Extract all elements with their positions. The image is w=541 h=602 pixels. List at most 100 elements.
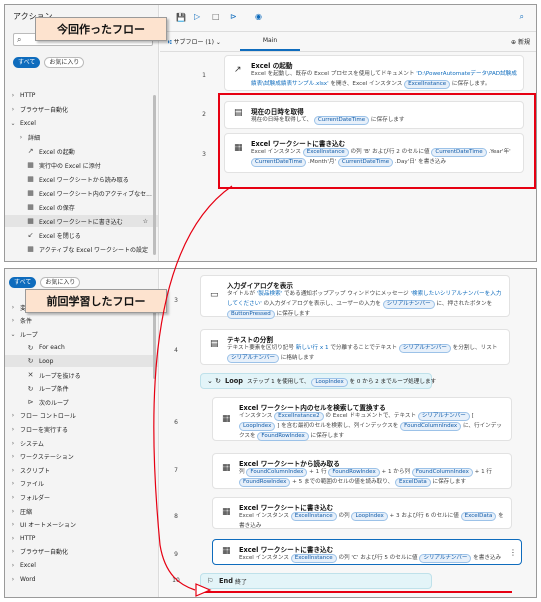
actions-pane: アクション ⌕ すべて お気に入り › HTTP › ブラウザー自動化 ⌄ Excel › 詳…: [5, 5, 159, 261]
end-step[interactable]: ⚐ End 終了: [200, 573, 432, 589]
tree-item[interactable]: ↻ Loop: [5, 355, 158, 368]
tree-item[interactable]: ⌄ ループ: [5, 328, 158, 340]
chevron-right-icon: ›: [11, 575, 15, 583]
step-number: 9: [174, 551, 178, 558]
tree-item[interactable]: ↙ Excel を閉じる: [5, 229, 158, 241]
action-icon: ▦: [27, 161, 34, 169]
tree-item-label: ブラウザー自動化: [20, 106, 69, 114]
favorite-star-icon[interactable]: ☆: [143, 218, 148, 225]
tree-item-label: ループ: [20, 331, 38, 339]
step-number: 2: [202, 111, 206, 118]
flow-step[interactable]: ▤ テキストの分割 テキスト要素を区切り記号 新しい行 x 1 で分離することで…: [200, 329, 510, 365]
chevron-right-icon: ›: [11, 561, 15, 569]
chevron-right-icon: ›: [11, 480, 15, 488]
chevron-right-icon: ›: [11, 303, 15, 311]
flow-step[interactable]: ▦ Excel ワークシートに書き込む Excel インスタンス ExcelIn…: [212, 497, 512, 529]
tree-item-label: ブラウザー自動化: [20, 549, 69, 557]
record-icon[interactable]: ◉: [255, 12, 262, 21]
dialog-icon: ▭: [210, 290, 219, 300]
flow-step[interactable]: ▭ 入力ダイアログを表示 タイトルが '製品検索' である通知ポップアップ ウィ…: [200, 275, 510, 319]
chevron-right-icon: ›: [11, 105, 15, 113]
step-number: 4: [174, 347, 178, 354]
flow-step[interactable]: ▦ Excel ワークシート内のセルを検索して置換する インスタンス Excel…: [212, 397, 512, 441]
tree-item[interactable]: › Excel: [5, 559, 158, 571]
tree-item[interactable]: › HTTP: [5, 89, 158, 101]
save-icon[interactable]: 💾: [176, 13, 186, 22]
tree-item-label: Excel の起動: [39, 148, 75, 156]
tree-item[interactable]: › ファイル: [5, 478, 158, 490]
flow-step[interactable]: ▦ Excel ワークシートから読み取る 列 FoundColumnIndex …: [212, 453, 512, 489]
tab-main[interactable]: Main: [240, 33, 300, 51]
excel-read-icon: ▦: [222, 463, 231, 473]
tree-item-label: 条件: [20, 318, 33, 326]
tree-item-label: Excel ワークシート内のアクティブなセ...: [39, 190, 152, 198]
tree-item[interactable]: › フロー コントロール: [5, 410, 158, 422]
tree-item[interactable]: ▦ アクティブな Excel ワークシートの設定: [5, 243, 158, 255]
subflow-dropdown[interactable]: ⑆ サブフロー (1) ⌄: [168, 37, 221, 46]
chevron-right-icon: ›: [11, 425, 15, 433]
previous-flow-panel: すべて お気に入り ›変数›条件⌄ループ↻For each↻Loop✕ループを抜…: [4, 268, 537, 598]
search-icon[interactable]: ⌕: [520, 12, 524, 22]
filter-all[interactable]: すべて: [13, 57, 41, 68]
run-icon[interactable]: ▷: [194, 12, 200, 21]
tree-item[interactable]: › 圧縮: [5, 505, 158, 517]
tree-item[interactable]: › スクリプト: [5, 464, 158, 476]
tree-item[interactable]: › UI オートメーション: [5, 519, 158, 531]
tree-item[interactable]: ↻ ループ条件: [5, 383, 158, 395]
tree-item[interactable]: › フローを実行する: [5, 423, 158, 435]
chevron-down-icon: ⌄: [10, 119, 16, 127]
tree-item[interactable]: › HTTP: [5, 532, 158, 544]
loop-step[interactable]: ⌄ ↻ Loop ステップ 1 を使用して、 LoopIndex を 0 から …: [200, 373, 436, 389]
tree-item-label: 次のループ: [39, 399, 69, 407]
search-icon: ⌕: [17, 35, 22, 44]
tree-item[interactable]: › ブラウザー自動化: [5, 103, 158, 115]
flow-step[interactable]: ▦ Excel ワークシートに書き込む Excel インスタンス ExcelIn…: [212, 539, 522, 565]
tree-item[interactable]: ▦ 実行中の Excel に添付: [5, 159, 158, 171]
step-number: 1: [202, 72, 206, 79]
tree-item-label: ループ条件: [39, 386, 69, 394]
flag-icon: ⚐: [207, 577, 214, 585]
step-description: インスタンス ExcelInstance2 の Excel ドキュメントで、テキ…: [239, 412, 502, 441]
chevron-right-icon: ›: [11, 317, 15, 325]
tree-item[interactable]: › ワークステーション: [5, 451, 158, 463]
tree-item[interactable]: ↗ Excel の起動: [5, 145, 158, 157]
tree-item[interactable]: ▦ Excel ワークシートから読み取る: [5, 173, 158, 185]
stop-icon[interactable]: □: [212, 12, 220, 21]
tree-item[interactable]: › フォルダー: [5, 491, 158, 503]
tree-item[interactable]: › Word: [5, 573, 158, 585]
filter-all[interactable]: すべて: [9, 277, 37, 288]
filter-favorites[interactable]: お気に入り: [40, 277, 81, 288]
new-subflow-button[interactable]: ⊕ 新規: [511, 37, 530, 46]
more-options-icon[interactable]: ⋮: [509, 548, 517, 557]
tree-item[interactable]: › 詳細: [5, 131, 158, 143]
tree-item-label: Loop: [39, 357, 54, 365]
tree-item-label: フロー コントロール: [20, 413, 76, 421]
tree-item[interactable]: ▦ Excel ワークシート内のアクティブなセ...: [5, 187, 158, 199]
tree-item[interactable]: ✕ ループを抜ける: [5, 369, 158, 381]
tree-item[interactable]: ▦ Excel の保存: [5, 201, 158, 213]
tree-item[interactable]: ▦ Excel ワークシートに書き込む ☆: [5, 215, 158, 227]
tree-item[interactable]: › ブラウザー自動化: [5, 546, 158, 558]
tree-item[interactable]: › 条件: [5, 315, 158, 327]
step-description: Excel インスタンス ExcelInstance の列 'C' および行 5…: [239, 554, 502, 563]
action-icon: ⊳: [27, 398, 34, 407]
step-icon[interactable]: ⊳: [230, 12, 237, 21]
plus-icon: ⊕: [511, 39, 518, 46]
tree-item[interactable]: › システム: [5, 437, 158, 449]
loop-icon: ⌄ ↻: [207, 377, 221, 385]
step-number: 7: [174, 467, 178, 474]
chevron-right-icon: ›: [11, 439, 15, 447]
tree-item[interactable]: ⌄ Excel: [5, 117, 158, 129]
step-title: End: [219, 577, 233, 585]
step-description: タイトルが '製品検索' である通知ポップアップ ウィンドウにメッセージ '検索…: [227, 291, 502, 319]
flow-step[interactable]: ↗ Excel の起動 Excel を起動し、既存の Excel プロセスを使用…: [224, 55, 524, 91]
scrollbar[interactable]: [153, 95, 156, 255]
action-icon: ✕: [27, 371, 34, 379]
tree-item[interactable]: ↻ For each: [5, 342, 158, 354]
filter-favorites[interactable]: お気に入り: [44, 57, 85, 68]
tree-item-label: フォルダー: [20, 494, 51, 502]
tree-item-label: ループを抜ける: [39, 372, 81, 380]
tree-item-label: アクティブな Excel ワークシートの設定: [39, 246, 149, 254]
step-description: 終了: [235, 579, 248, 586]
tree-item[interactable]: ⊳ 次のループ: [5, 396, 158, 408]
